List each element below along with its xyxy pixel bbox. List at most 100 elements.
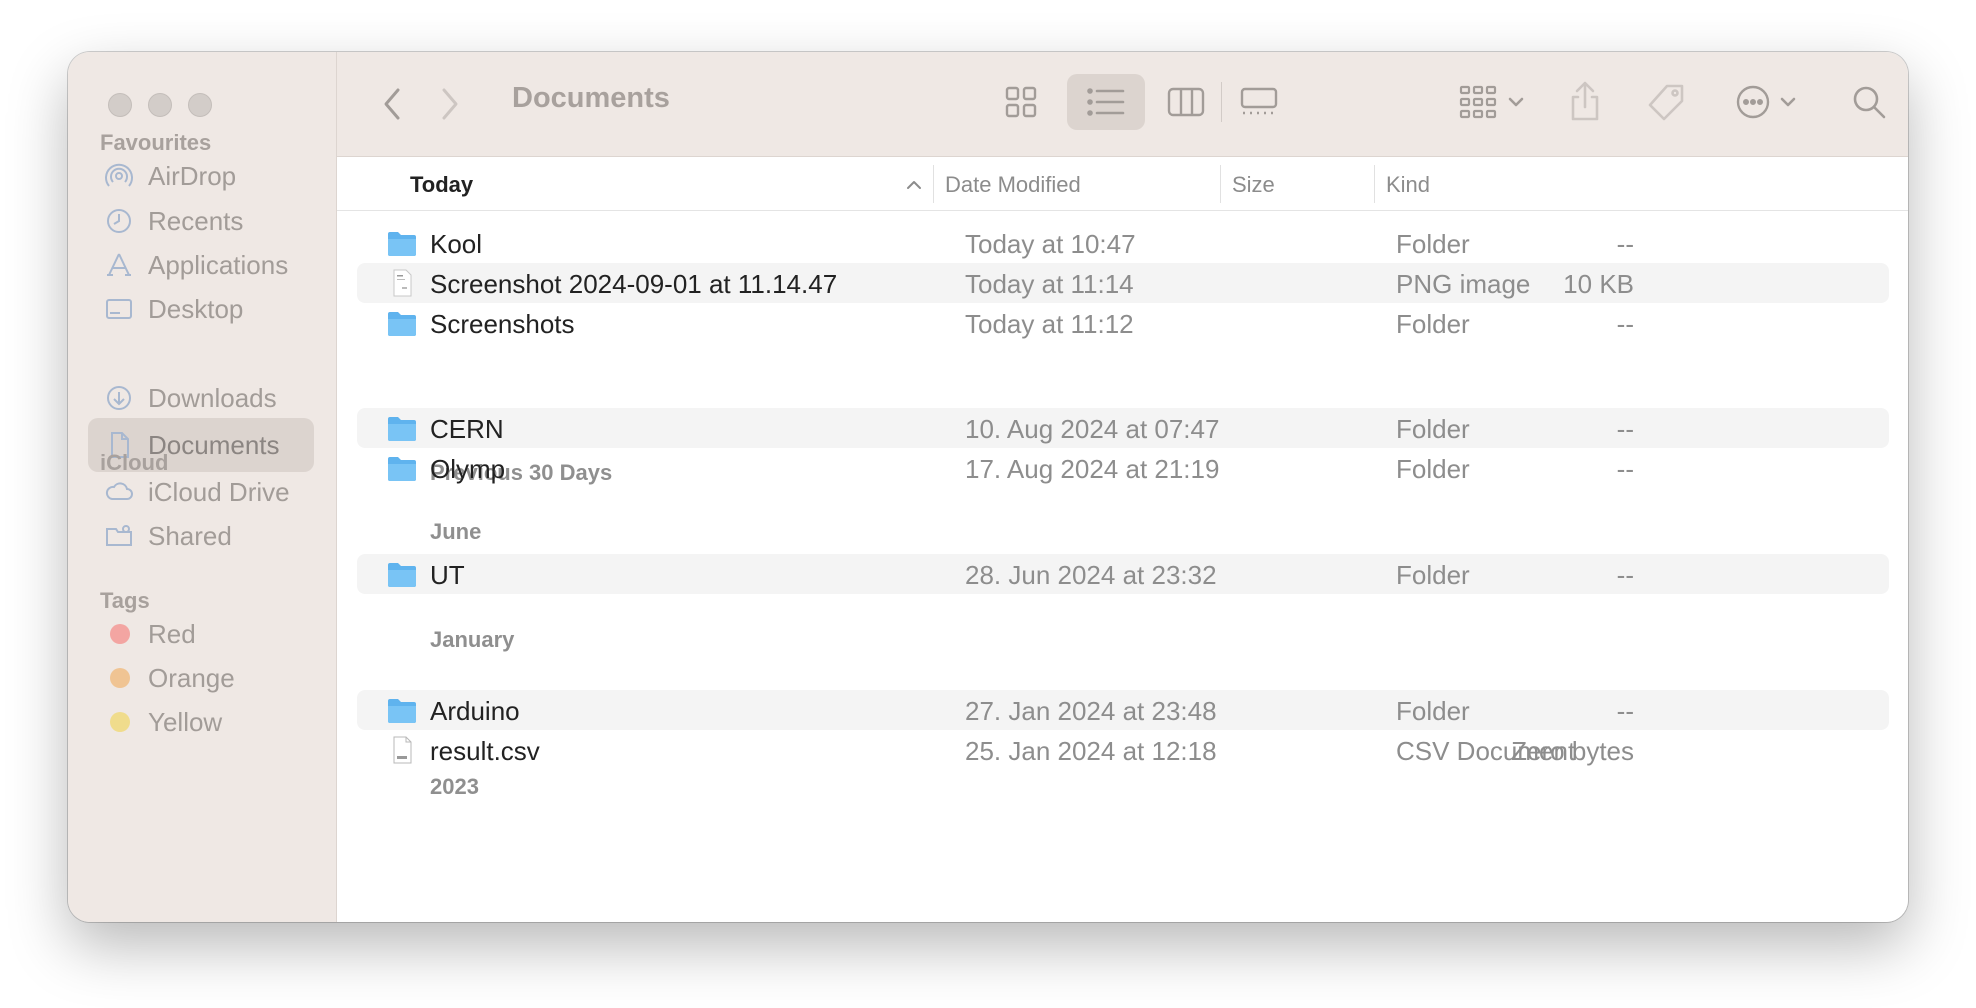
group-header: 2023	[430, 774, 479, 799]
grid-icon	[1005, 86, 1037, 118]
sidebar-item-downloads[interactable]: Downloads	[88, 371, 314, 425]
file-size: --	[1616, 229, 1634, 259]
folder-icon	[388, 417, 416, 441]
folder-icon	[388, 457, 416, 481]
file-date: Today at 10:47	[965, 229, 1136, 259]
share-button[interactable]	[1565, 76, 1605, 126]
folder-icon	[388, 699, 416, 723]
forward-button[interactable]	[435, 84, 465, 124]
group-header: June	[430, 519, 482, 544]
file-kind: Folder	[1396, 454, 1470, 484]
file-kind: Folder	[1396, 696, 1470, 726]
tag-color-dot	[110, 624, 130, 644]
chevron-left-icon	[384, 88, 400, 120]
list-item[interactable]: Olymp 17. Aug 2024 at 21:19 -- Folder	[357, 448, 1889, 488]
sidebar-item-label: iCloud Drive	[148, 476, 290, 507]
airdrop-icon	[104, 161, 134, 191]
tag-color-dot	[110, 668, 130, 688]
file-name: Arduino	[430, 696, 520, 726]
list-view-button[interactable]	[1086, 82, 1126, 122]
toolbar-divider	[1221, 82, 1222, 122]
file-name: Olymp	[430, 454, 506, 484]
sidebar-item-label: Downloads	[148, 382, 277, 413]
image-file-icon	[393, 269, 412, 297]
applications-icon	[104, 250, 134, 280]
search-icon	[1853, 86, 1886, 119]
gallery-view-button[interactable]	[1237, 82, 1281, 122]
sidebar-item-label: Red	[148, 618, 196, 649]
sidebar-tag-yellow[interactable]: Yellow	[88, 695, 314, 749]
sidebar-item-label: Orange	[148, 662, 235, 693]
sidebar-item-label: Yellow	[148, 706, 223, 737]
window-title: Documents	[512, 82, 670, 114]
search-button[interactable]	[1849, 82, 1889, 122]
list-item[interactable]: Screenshots Today at 11:12 -- Folder	[357, 303, 1889, 343]
file-size: --	[1616, 414, 1634, 444]
sidebar: Favourites AirDrop Recents Applications …	[68, 52, 337, 922]
column-header-kind[interactable]: Kind	[1386, 172, 1430, 198]
file-size: --	[1616, 560, 1634, 590]
shared-folder-icon	[104, 521, 134, 551]
folder-icon	[388, 232, 416, 256]
file-date: 27. Jan 2024 at 23:48	[965, 696, 1217, 726]
minimize-window-button[interactable]	[148, 93, 172, 117]
file-date: 28. Jun 2024 at 23:32	[965, 560, 1217, 590]
file-date: Today at 11:14	[965, 269, 1134, 299]
chevron-right-icon	[442, 88, 458, 120]
csv-file-icon	[393, 736, 412, 764]
column-separator[interactable]	[1374, 165, 1375, 203]
folder-icon	[388, 563, 416, 587]
group-header: January	[430, 627, 515, 652]
close-window-button[interactable]	[108, 93, 132, 117]
column-separator[interactable]	[933, 165, 934, 203]
clock-icon	[104, 206, 134, 236]
file-kind: CSV Document	[1396, 736, 1576, 766]
file-date: 10. Aug 2024 at 07:47	[965, 414, 1220, 444]
list-item[interactable]: Kool Today at 10:47 -- Folder	[357, 223, 1889, 263]
column-header-date-modified[interactable]: Date Modified	[945, 172, 1081, 198]
file-date: 25. Jan 2024 at 12:18	[965, 736, 1217, 766]
file-name: UT	[430, 560, 465, 590]
list-item[interactable]: UT 28. Jun 2024 at 23:32 -- Folder	[357, 554, 1889, 594]
column-header-name[interactable]: Today	[410, 172, 473, 198]
columns-icon	[1167, 87, 1205, 117]
tag-button[interactable]	[1643, 80, 1689, 126]
column-separator[interactable]	[1220, 165, 1221, 203]
file-kind: Folder	[1396, 414, 1470, 444]
file-size: --	[1616, 454, 1634, 484]
file-name: Kool	[430, 229, 483, 259]
toolbar: Documents	[337, 52, 1908, 157]
more-actions-button[interactable]	[1731, 82, 1801, 122]
file-date: 17. Aug 2024 at 21:19	[965, 454, 1220, 484]
list-item[interactable]: Screenshot 2024-09-01 at 11.14.47 Today …	[357, 263, 1889, 303]
group-by-button[interactable]	[1455, 82, 1529, 122]
sidebar-item-desktop[interactable]: Desktop	[88, 282, 314, 336]
list-icon	[1087, 88, 1125, 116]
file-name: CERN	[430, 414, 504, 444]
icon-view-button[interactable]	[1001, 82, 1041, 122]
list-item[interactable]: CERN 10. Aug 2024 at 07:47 -- Folder	[357, 408, 1889, 448]
desktop-icon	[104, 294, 134, 324]
gallery-icon	[1240, 87, 1278, 115]
file-name: Screenshots	[430, 309, 575, 339]
download-icon	[104, 383, 134, 413]
file-kind: Folder	[1396, 229, 1470, 259]
sort-ascending-icon	[907, 181, 921, 189]
back-button[interactable]	[377, 84, 407, 124]
column-header-size[interactable]: Size	[1232, 172, 1275, 198]
sidebar-item-label: Applications	[148, 249, 289, 280]
chevron-down-icon	[1508, 97, 1524, 107]
list-item[interactable]: result.csv 25. Jan 2024 at 12:18 Zero by…	[357, 730, 1889, 770]
finder-window: Favourites AirDrop Recents Applications …	[68, 52, 1908, 922]
column-header-row: Today Date Modified Size Kind	[337, 157, 1908, 211]
file-name: result.csv	[430, 736, 540, 766]
ellipsis-circle-icon	[1736, 85, 1770, 119]
zoom-window-button[interactable]	[188, 93, 212, 117]
column-view-button[interactable]	[1166, 82, 1206, 122]
file-size: --	[1616, 696, 1634, 726]
list-item[interactable]: Arduino 27. Jan 2024 at 23:48 -- Folder	[357, 690, 1889, 730]
sidebar-item-shared[interactable]: Shared	[88, 509, 314, 563]
file-size: --	[1616, 309, 1634, 339]
share-icon	[1571, 81, 1599, 121]
folder-icon	[388, 312, 416, 336]
